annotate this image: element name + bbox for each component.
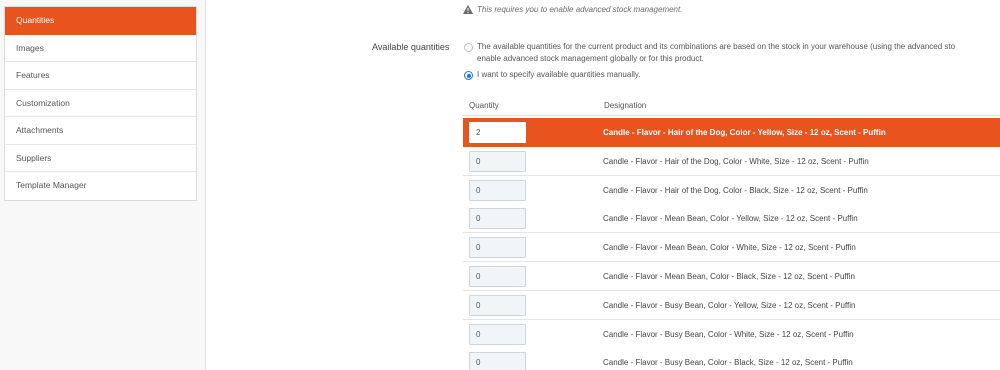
advanced-stock-notice: This requires you to enable advanced sto… (463, 5, 682, 14)
radio-stock-based[interactable] (464, 43, 473, 52)
table-row[interactable]: Candle - Flavor - Mean Bean, Color - Yel… (463, 204, 1000, 233)
left-panel: Quantities Images Features Customization… (0, 0, 206, 370)
table-row[interactable]: Candle - Flavor - Busy Bean, Color - Bla… (463, 348, 1000, 370)
row-designation: Candle - Flavor - Mean Bean, Color - Bla… (603, 272, 855, 281)
row-designation: Candle - Flavor - Busy Bean, Color - Whi… (603, 330, 854, 339)
row-designation: Candle - Flavor - Hair of the Dog, Color… (603, 186, 868, 195)
available-quantities-label: Available quantities (372, 42, 450, 52)
sidebar-item-features[interactable]: Features (5, 62, 196, 90)
table-row[interactable]: Candle - Flavor - Hair of the Dog, Color… (463, 147, 1000, 176)
column-header-designation: Designation (604, 101, 647, 110)
sidebar-item-customization[interactable]: Customization (5, 90, 196, 117)
table-row[interactable]: Candle - Flavor - Mean Bean, Color - Whi… (463, 233, 1000, 262)
quantity-input[interactable] (469, 352, 526, 370)
row-designation: Candle - Flavor - Busy Bean, Color - Bla… (603, 358, 853, 367)
warning-icon (463, 5, 473, 14)
sidebar-item-attachments[interactable]: Attachments (5, 117, 196, 145)
quantity-input[interactable] (469, 237, 526, 258)
option-manual-label: I want to specify available quantities m… (477, 70, 641, 79)
table-row[interactable]: Candle - Flavor - Mean Bean, Color - Bla… (463, 262, 1000, 291)
row-designation: Candle - Flavor - Mean Bean, Color - Whi… (603, 243, 856, 252)
table-row[interactable]: Candle - Flavor - Hair of the Dog, Color… (463, 118, 1000, 147)
quantity-input[interactable] (469, 151, 526, 172)
quantity-input[interactable] (469, 295, 526, 316)
sidebar-item-template-manager[interactable]: Template Manager (5, 172, 196, 200)
notice-text: This requires you to enable advanced sto… (477, 5, 683, 14)
radio-manual-quantities[interactable] (464, 71, 473, 80)
quantity-input[interactable] (469, 266, 526, 287)
sidebar-item-quantities[interactable]: Quantities (5, 7, 196, 35)
row-designation: Candle - Flavor - Mean Bean, Color - Yel… (603, 214, 858, 223)
table-row[interactable]: Candle - Flavor - Busy Bean, Color - Yel… (463, 291, 1000, 320)
quantity-input[interactable] (469, 122, 526, 143)
column-header-quantity: Quantity (469, 101, 499, 110)
quantity-input[interactable] (469, 324, 526, 345)
quantity-input[interactable] (469, 208, 526, 229)
option-stock-based-line1: The available quantities for the current… (477, 42, 956, 51)
row-designation: Candle - Flavor - Hair of the Dog, Color… (603, 128, 886, 137)
sidebar-item-suppliers[interactable]: Suppliers (5, 145, 196, 172)
table-header-divider (463, 115, 1000, 116)
table-row[interactable]: Candle - Flavor - Busy Bean, Color - Whi… (463, 320, 1000, 349)
sidebar-item-images[interactable]: Images (5, 35, 196, 62)
option-stock-based-line2: enable advanced stock management globall… (477, 54, 704, 63)
sidebar-menu: Quantities Images Features Customization… (4, 6, 197, 201)
row-designation: Candle - Flavor - Hair of the Dog, Color… (603, 157, 869, 166)
row-designation: Candle - Flavor - Busy Bean, Color - Yel… (603, 301, 856, 310)
table-row[interactable]: Candle - Flavor - Hair of the Dog, Color… (463, 176, 1000, 205)
quantity-input[interactable] (469, 180, 526, 201)
